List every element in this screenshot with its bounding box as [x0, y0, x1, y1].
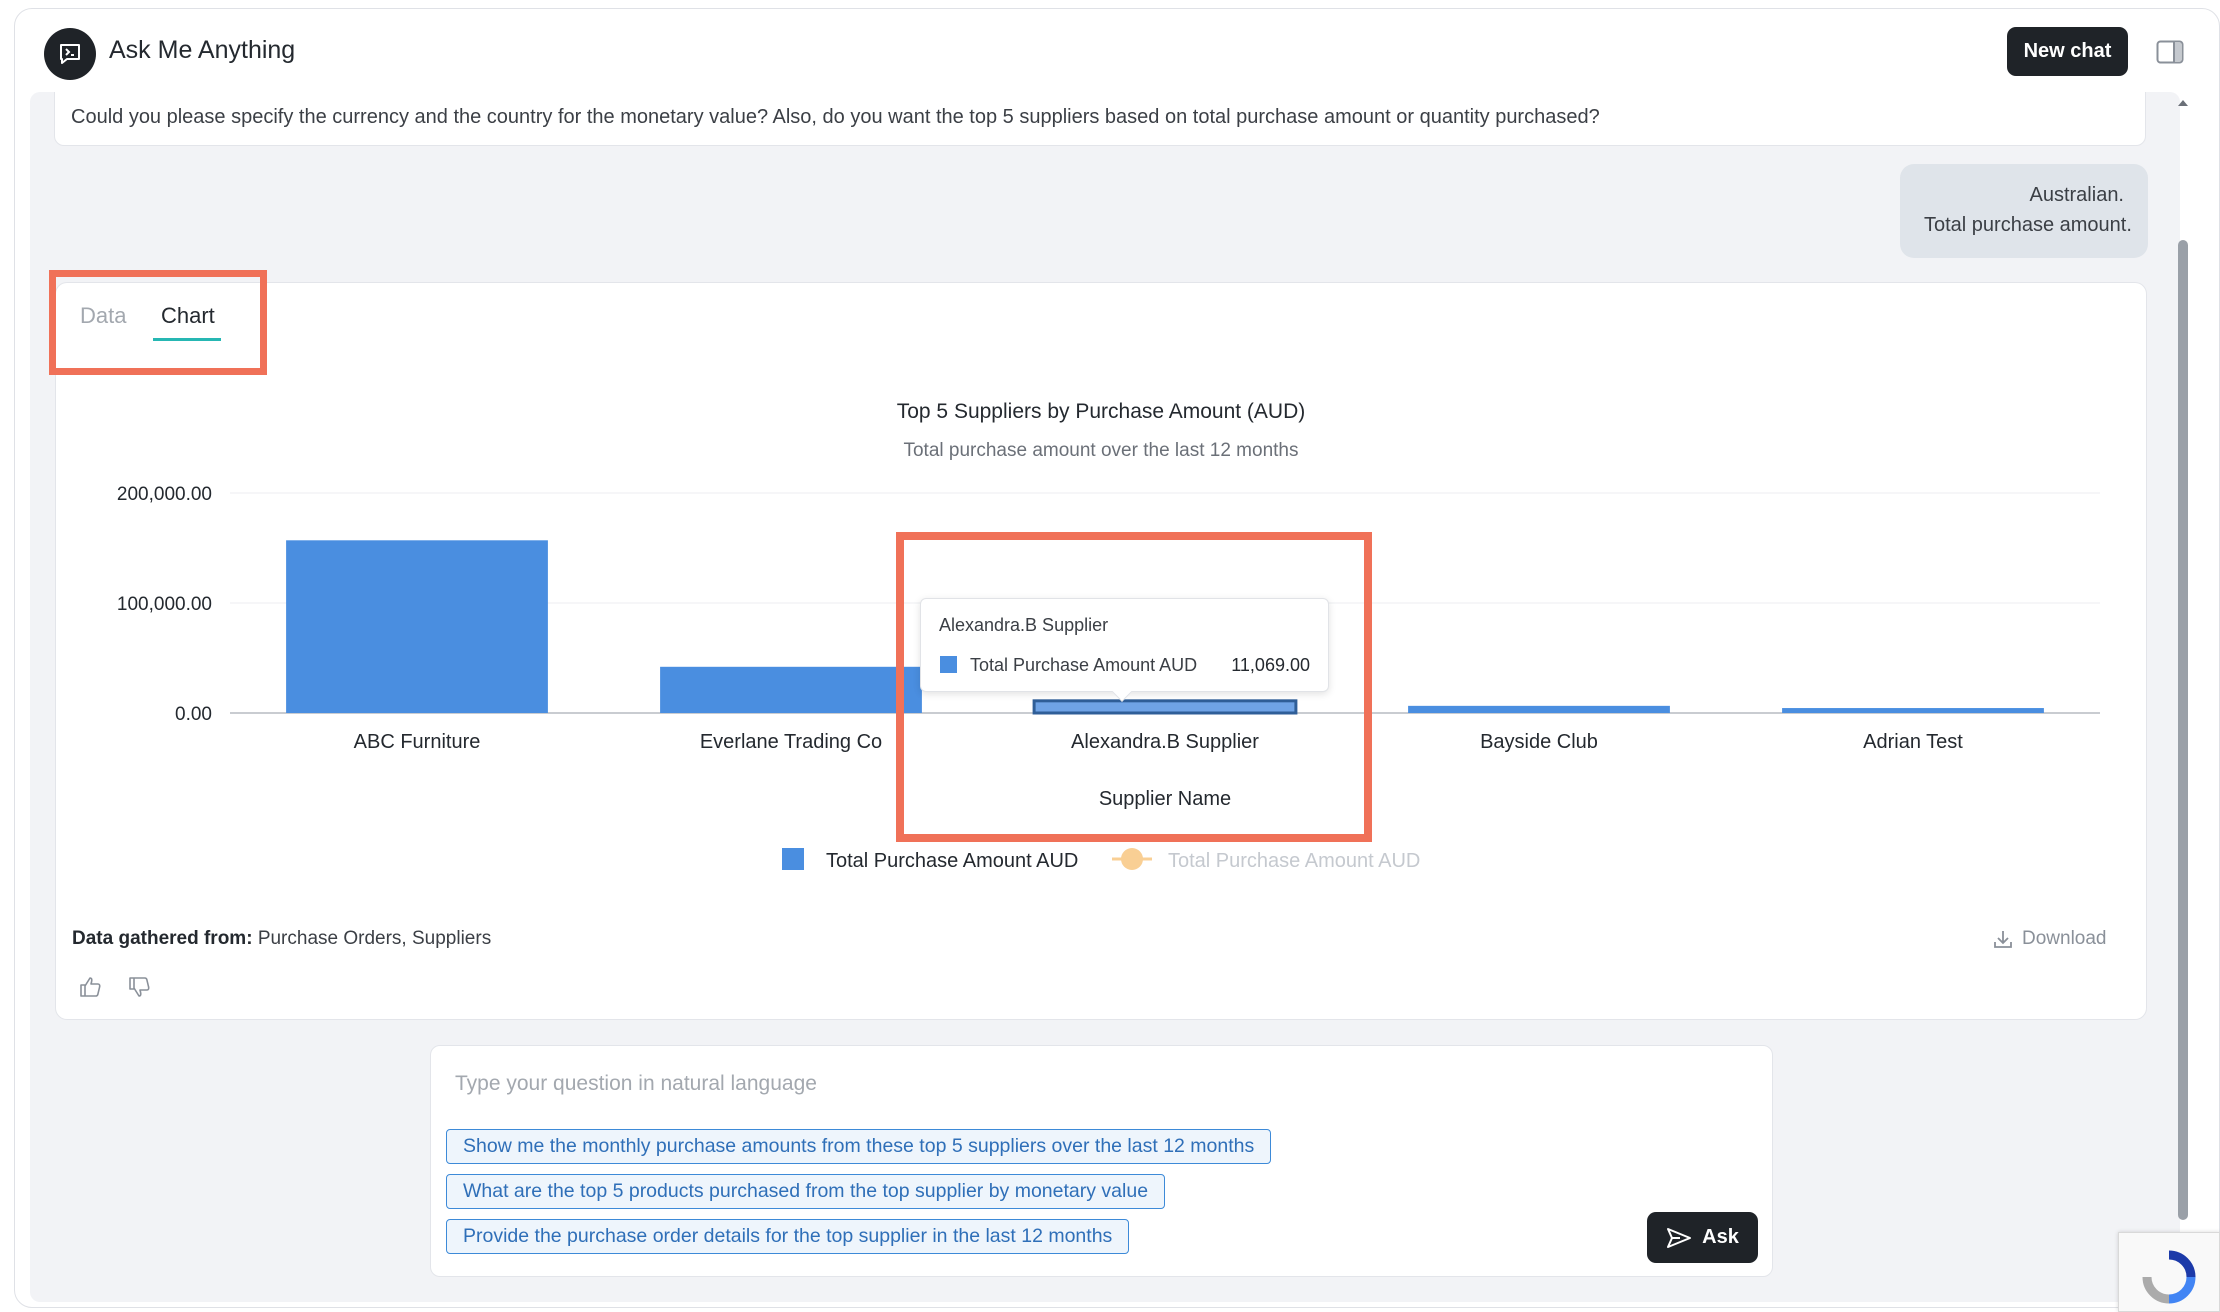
- scroll-up-arrow-icon[interactable]: [2177, 96, 2189, 110]
- suggestion-chip[interactable]: Provide the purchase order details for t…: [446, 1219, 1130, 1254]
- bar[interactable]: [286, 540, 548, 713]
- bar[interactable]: [1782, 708, 2044, 713]
- bar[interactable]: [1408, 705, 1670, 713]
- legend-label[interactable]: Total Purchase Amount AUD: [1168, 850, 1420, 872]
- suggestion-chip[interactable]: Show me the monthly purchase amounts fro…: [446, 1129, 1272, 1164]
- new-chat-button[interactable]: New chat: [2007, 27, 2128, 76]
- chat-terminal-icon: [44, 28, 96, 80]
- scrollbar-thumb[interactable]: [2178, 240, 2188, 1220]
- download-icon: [1994, 931, 2012, 948]
- user-message-line: Australian.: [2029, 184, 2125, 206]
- data-source: Data gathered from: Purchase Orders, Sup…: [72, 928, 491, 950]
- x-tick-label: Adrian Test: [1863, 731, 1963, 753]
- question-input[interactable]: [453, 1064, 1553, 1104]
- x-tick-label: Everlane Trading Co: [700, 731, 882, 753]
- bar[interactable]: [660, 666, 922, 713]
- download-button[interactable]: Download: [1992, 928, 2107, 950]
- tooltip-value: 11,069.00: [1231, 655, 1310, 675]
- tabs-highlight-box: [49, 270, 267, 375]
- chart-subtitle: Total purchase amount over the last 12 m…: [903, 440, 1299, 461]
- user-message-line: Total purchase amount.: [1924, 214, 2132, 236]
- ai-message-text: Could you please specify the currency an…: [71, 106, 1600, 128]
- ai-message: Could you please specify the currency an…: [54, 92, 2146, 146]
- legend-swatch-bar[interactable]: [782, 848, 804, 870]
- chart-title: Top 5 Suppliers by Purchase Amount (AUD): [896, 400, 1306, 423]
- y-tick-label: 0.00: [175, 704, 212, 725]
- tooltip-swatch: [940, 656, 957, 673]
- app-title: Ask Me Anything: [109, 36, 296, 64]
- y-tick-label: 100,000.00: [117, 594, 212, 615]
- x-tick-label: Bayside Club: [1480, 731, 1598, 753]
- legend-swatch-marker[interactable]: [1121, 848, 1143, 870]
- thumbs-up-icon[interactable]: [78, 975, 104, 999]
- chart-tooltip: Alexandra.B Supplier Total Purchase Amou…: [920, 598, 1329, 702]
- recaptcha-badge[interactable]: [2118, 1232, 2220, 1312]
- data-source-label: Data gathered from:: [72, 928, 253, 949]
- tooltip-series: Total Purchase Amount AUD: [970, 655, 1198, 675]
- legend-label[interactable]: Total Purchase Amount AUD: [826, 850, 1078, 872]
- sidebar-toggle-icon[interactable]: [2156, 40, 2184, 64]
- ask-button[interactable]: Ask: [1647, 1212, 1758, 1263]
- composer: Show me the monthly purchase amounts fro…: [430, 1045, 1773, 1277]
- user-message: Australian. Total purchase amount.: [1900, 164, 2148, 258]
- ask-label: Ask: [1702, 1226, 1739, 1248]
- download-label: Download: [2022, 928, 2107, 949]
- x-tick-label: ABC Furniture: [354, 731, 481, 753]
- y-tick-label: 200,000.00: [117, 484, 212, 505]
- send-icon: [1667, 1227, 1692, 1248]
- data-source-value: Purchase Orders, Suppliers: [257, 928, 492, 949]
- recaptcha-icon: [2142, 1250, 2196, 1304]
- thumbs-down-icon[interactable]: [127, 975, 153, 999]
- suggestion-chip[interactable]: What are the top 5 products purchased fr…: [446, 1174, 1166, 1209]
- tooltip-category: Alexandra.B Supplier: [939, 615, 1109, 635]
